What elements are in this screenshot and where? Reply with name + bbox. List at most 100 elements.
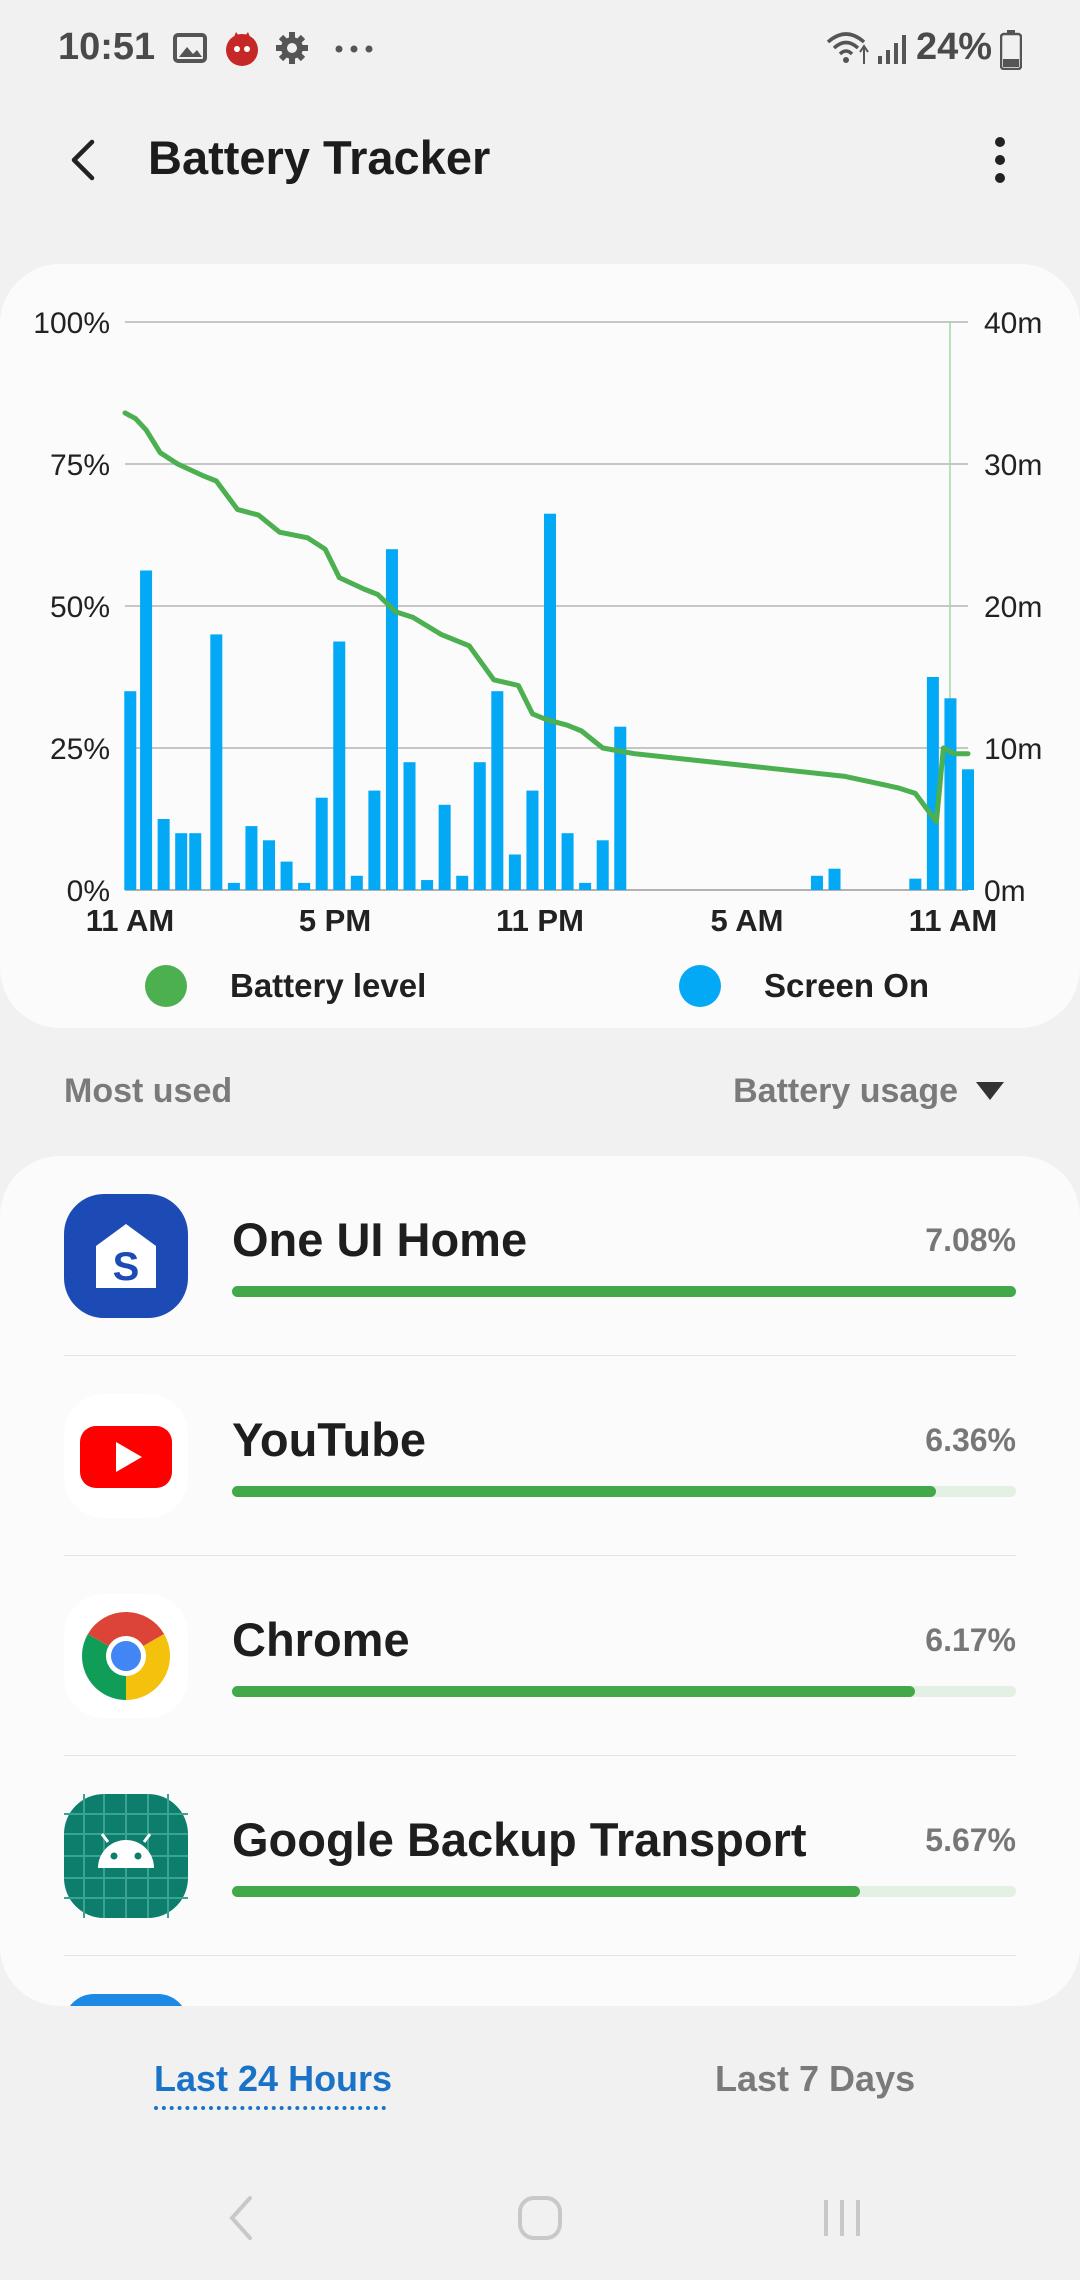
nav-home-icon[interactable] (516, 2190, 564, 2246)
screen-on-bar (333, 641, 346, 890)
y-right-tick-label: 20m (984, 591, 1042, 624)
battery-level-legend-dot (145, 965, 187, 1007)
app-usage-percent: 6.17% (925, 1622, 1016, 1658)
nav-back-icon[interactable] (220, 2190, 260, 2246)
app-row-youtube[interactable]: YouTube 6.36% (0, 1356, 1080, 1556)
screen-on-bar (315, 797, 328, 890)
row-divider (64, 1955, 1016, 1956)
gallery-icon (173, 33, 207, 63)
screen-on-bar (124, 691, 137, 890)
usage-bar-fill (232, 1886, 860, 1897)
app-notification-icon (226, 32, 258, 66)
youtube-icon (64, 1394, 188, 1518)
screen-on-bar (385, 549, 398, 890)
battery-icon (1000, 30, 1022, 70)
app-header: Battery Tracker (0, 110, 1080, 210)
screen-on-bar (596, 840, 609, 890)
screen-on-legend-label: Screen On (764, 967, 930, 1004)
dropdown-arrow-icon[interactable] (976, 1082, 1004, 1100)
screen-on-bar (421, 880, 434, 890)
chrome-icon (64, 1594, 188, 1718)
next-app-icon-partial (64, 1994, 188, 2006)
y-left-tick-label: 100% (33, 307, 110, 340)
screen-on-bar (298, 882, 311, 890)
status-bar: 10:51 24% (0, 0, 1080, 100)
screen-on-bar (157, 819, 170, 890)
y-right-tick-label: 30m (984, 449, 1042, 482)
screen-on-bar (508, 854, 521, 890)
x-tick-label: 11 AM (86, 903, 174, 938)
battery-chart: 0% 0m25% 10m50% 20m75% 30m100% 40m11 AM 5 PM 11… (33, 307, 1042, 938)
app-name: Chrome (232, 1613, 410, 1666)
sort-dropdown-label[interactable]: Battery usage (733, 1072, 958, 1111)
screen-on-bar (245, 826, 258, 890)
screen-on-bar (579, 882, 592, 890)
screen-on-bar (456, 875, 469, 890)
screen-on-bar (403, 762, 416, 890)
x-tick-label: 5 AM (711, 903, 784, 938)
tab-last-24-hours[interactable]: Last 24 Hours (154, 2058, 392, 2100)
app-row-chrome[interactable]: Chrome 6.17% (0, 1556, 1080, 1756)
screen-on-bar (962, 769, 974, 890)
status-time: 10:51 (58, 26, 156, 68)
back-arrow-icon[interactable] (56, 132, 112, 188)
signal-icon (878, 35, 906, 64)
screen-on-bar (944, 698, 957, 890)
y-left-tick-label: 75% (50, 449, 110, 482)
app-usage-percent: 7.08% (925, 1222, 1016, 1258)
settings-gear-icon (276, 32, 308, 64)
most-used-label: Most used (64, 1072, 233, 1110)
screen-on-bar (280, 861, 293, 890)
app-usage-percent: 6.36% (925, 1422, 1016, 1458)
screen-on-legend-dot (679, 965, 721, 1007)
screen-on-bar (368, 790, 381, 890)
app-row-one-ui-home[interactable]: S One UI Home 7.08% (0, 1156, 1080, 1356)
screen-on-bar (263, 840, 276, 890)
y-right-tick-label: 40m (984, 307, 1042, 340)
x-tick-label: 5 PM (299, 903, 371, 938)
wifi-icon (826, 32, 869, 64)
one-ui-home-icon: S (64, 1194, 188, 1318)
screen-on-bar (189, 833, 202, 890)
usage-bar-fill (232, 1486, 936, 1497)
screen-on-bar (810, 875, 823, 890)
usage-bar-track (232, 1286, 1016, 1297)
active-tab-indicator (154, 2106, 386, 2110)
screen-on-bar (140, 570, 153, 890)
y-left-tick-label: 25% (50, 733, 110, 766)
x-tick-label: 11 AM (909, 903, 997, 938)
tab-last-7-days[interactable]: Last 7 Days (715, 2058, 915, 2100)
usage-bar-track (232, 1886, 1016, 1897)
screen-on-bar (561, 833, 574, 890)
more-dots-icon (335, 45, 373, 53)
screen-on-bar (227, 882, 240, 890)
screen-on-bar (438, 804, 451, 890)
app-usage-list: S One UI Home 7.08% YouTube 6.36% Chrome… (0, 1156, 1080, 2006)
usage-bar-fill (232, 1286, 1016, 1297)
app-usage-percent: 5.67% (925, 1822, 1016, 1858)
screen-on-bar (473, 762, 486, 890)
nav-recents-icon[interactable] (820, 2190, 864, 2246)
screen-on-bar (909, 878, 922, 890)
usage-bar-track (232, 1686, 1016, 1697)
screen-on-bar (210, 634, 223, 890)
app-name: One UI Home (232, 1213, 528, 1266)
battery-percent-text: 24% (915, 26, 992, 68)
screen-on-bar (350, 875, 363, 890)
y-left-tick-label: 50% (50, 591, 110, 624)
screen-on-bar (828, 868, 841, 890)
more-vert-icon[interactable] (970, 130, 1030, 190)
svg-text:S: S (113, 1245, 140, 1289)
android-icon (64, 1794, 188, 1918)
usage-bar-track (232, 1486, 1016, 1497)
screen-on-bar (926, 677, 939, 890)
screen-on-bar (544, 513, 557, 890)
battery-level-legend-label: Battery level (230, 967, 427, 1004)
app-name: YouTube (232, 1413, 427, 1466)
y-right-tick-label: 10m (984, 733, 1042, 766)
app-name: Google Backup Transport (232, 1813, 807, 1866)
app-row-google-backup-transport[interactable]: Google Backup Transport 5.67% (0, 1756, 1080, 1956)
usage-bar-fill (232, 1686, 915, 1697)
page-title: Battery Tracker (148, 131, 491, 184)
battery-chart-card: 0% 0m 25% 10m 50% 20m 75% 30m 100% 40m 11 AM 5 PM 11… (0, 264, 1080, 1028)
